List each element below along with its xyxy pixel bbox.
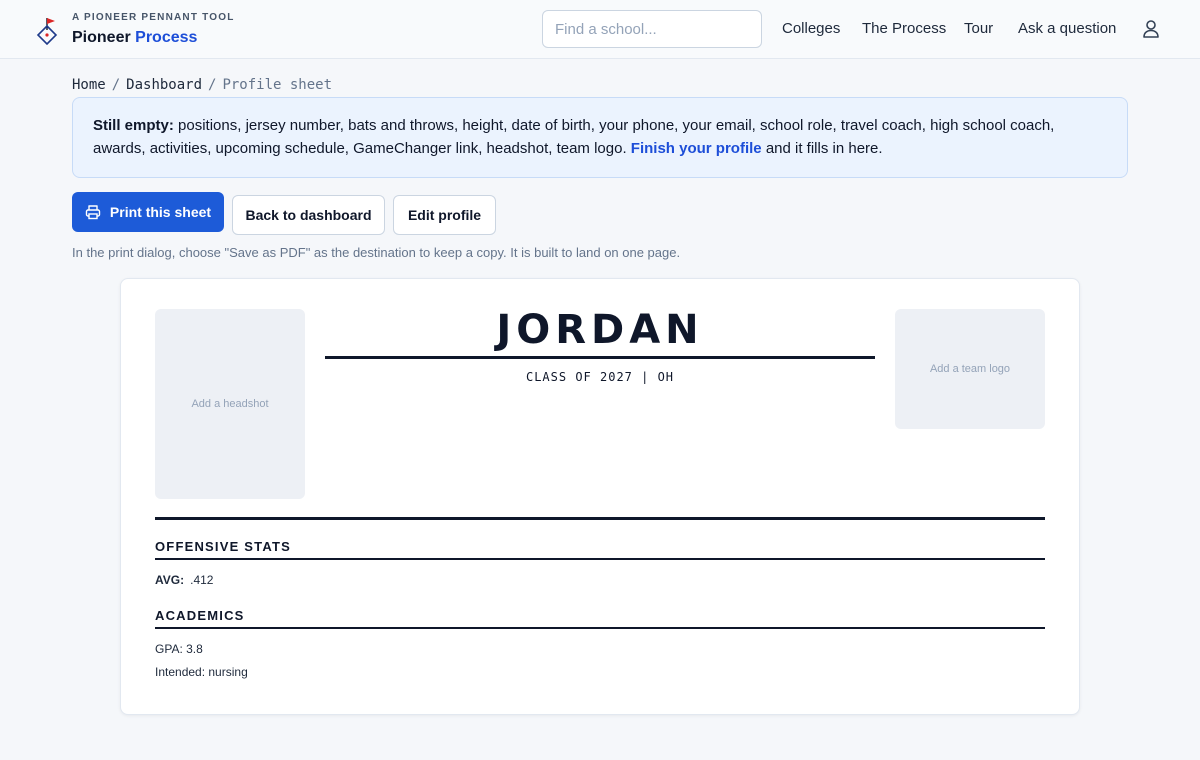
user-icon[interactable] xyxy=(1140,18,1162,40)
player-name: JORDAN xyxy=(496,307,704,353)
brand-text: A PIONEER PENNANT TOOL Pioneer Process xyxy=(72,13,235,47)
breadcrumb: Home / Dashboard / Profile sheet xyxy=(72,77,332,93)
pennant-diamond-icon xyxy=(36,18,58,45)
section-divider xyxy=(155,558,1045,560)
back-to-dashboard-button[interactable]: Back to dashboard xyxy=(232,195,385,235)
gpa-stat: GPA: 3.8 xyxy=(155,642,203,656)
breadcrumb-separator: / xyxy=(208,77,217,93)
nav-ask-a-question[interactable]: Ask a question xyxy=(1018,20,1116,37)
print-sheet-button[interactable]: Print this sheet xyxy=(72,192,224,232)
section-divider xyxy=(155,627,1045,629)
breadcrumb-dashboard[interactable]: Dashboard xyxy=(126,77,202,93)
notice-text: positions, jersey number, bats and throw… xyxy=(93,117,1055,157)
school-search-input[interactable] xyxy=(542,10,762,48)
class-of-line: CLASS OF 2027 | OH xyxy=(525,370,675,384)
avg-stat: AVG: .412 xyxy=(155,573,213,587)
avg-label: AVG: xyxy=(155,573,185,587)
nav-colleges[interactable]: Colleges xyxy=(782,20,840,37)
headshot-placeholder-label: Add a headshot xyxy=(191,398,269,410)
brand[interactable]: A PIONEER PENNANT TOOL Pioneer Process xyxy=(35,13,235,47)
nav-the-process[interactable]: The Process xyxy=(862,20,946,37)
notice-tail: and it fills in here. xyxy=(765,140,883,157)
finish-profile-link[interactable]: Finish your profile xyxy=(631,140,762,157)
breadcrumb-home[interactable]: Home xyxy=(72,77,106,93)
print-hint: In the print dialog, choose "Save as PDF… xyxy=(72,245,681,260)
print-sheet-label: Print this sheet xyxy=(109,204,212,220)
header-divider xyxy=(155,517,1045,520)
intended-major: Intended: nursing xyxy=(155,665,248,679)
missing-fields-notice: Still empty: positions, jersey number, b… xyxy=(72,97,1128,178)
brand-name: Pioneer Process xyxy=(72,29,235,47)
academics-title: ACADEMICS xyxy=(155,608,245,623)
nav-tour[interactable]: Tour xyxy=(964,20,993,37)
top-navigation-bar: A PIONEER PENNANT TOOL Pioneer Process C… xyxy=(0,0,1200,59)
edit-profile-button[interactable]: Edit profile xyxy=(393,195,496,235)
brand-name-accent: Process xyxy=(135,29,198,46)
brand-tagline: A PIONEER PENNANT TOOL xyxy=(72,12,235,23)
profile-sheet: Add a headshot JORDAN CLASS OF 2027 | OH… xyxy=(120,278,1080,715)
brand-name-primary: Pioneer xyxy=(72,29,131,46)
offensive-stats-title: OFFENSIVE STATS xyxy=(155,539,291,554)
printer-icon xyxy=(85,205,101,220)
team-logo-placeholder-label: Add a team logo xyxy=(929,363,1011,375)
notice-label: Still empty: xyxy=(93,117,174,134)
avg-value: .412 xyxy=(190,573,214,587)
headshot-placeholder[interactable]: Add a headshot xyxy=(155,309,305,499)
breadcrumb-current: Profile sheet xyxy=(222,77,333,93)
team-logo-placeholder[interactable]: Add a team logo xyxy=(895,309,1045,429)
name-divider xyxy=(325,356,875,359)
breadcrumb-separator: / xyxy=(111,77,121,93)
